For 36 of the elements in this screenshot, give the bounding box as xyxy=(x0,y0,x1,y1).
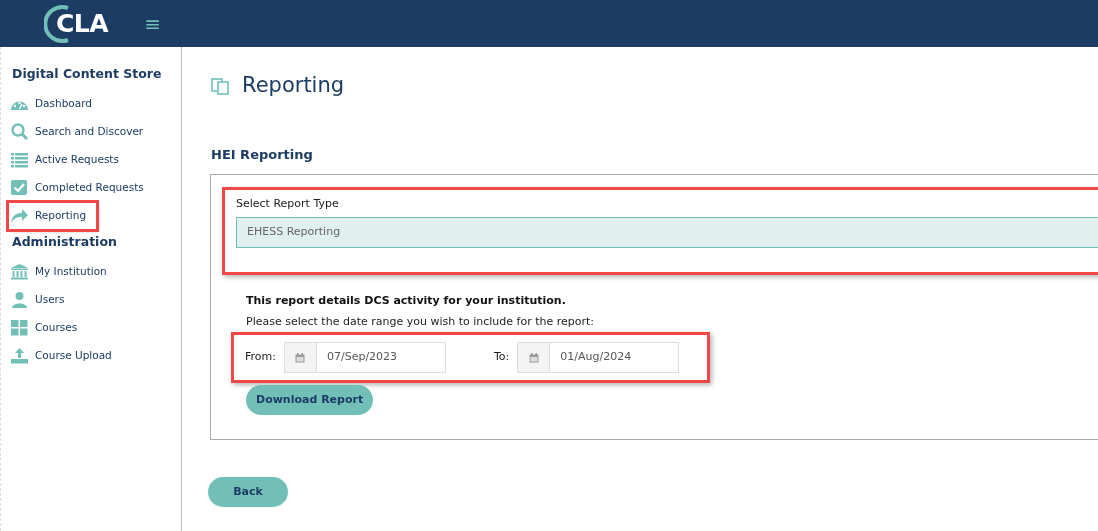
sidebar-item[interactable]: Reporting xyxy=(9,202,97,229)
back-button[interactable]: Back xyxy=(208,477,288,508)
field-label: Select Report Type xyxy=(236,195,340,212)
instruction-text: Please select the date range you wish to include for the report: xyxy=(246,313,596,330)
calendar-icon xyxy=(528,352,539,363)
sidebar-heading: Administration xyxy=(12,232,118,251)
sidebar-item[interactable]: Active Requests xyxy=(9,145,123,174)
sidebar-item[interactable]: Courses xyxy=(9,313,82,342)
grid-icon xyxy=(10,319,29,336)
sidebar-heading: Digital Content Store xyxy=(12,65,163,83)
search-icon xyxy=(10,123,29,141)
institution-icon xyxy=(10,263,29,280)
sidebar-item[interactable]: Search and Discover xyxy=(9,117,148,146)
list-icon xyxy=(10,151,29,169)
description-text: This report details DCS activity for your institution. xyxy=(246,293,567,310)
page-title: Reporting xyxy=(242,73,345,99)
menu-toggle[interactable]: ≡ xyxy=(142,13,163,34)
upload-icon xyxy=(10,347,29,364)
date-field[interactable]: 01/Aug/2024 xyxy=(517,342,680,374)
date-label: From: xyxy=(245,349,276,366)
logo[interactable]: CLA xyxy=(56,11,109,36)
date-field[interactable]: 07/Sep/2023 xyxy=(283,342,446,374)
arrow-icon xyxy=(10,207,29,225)
calendar-icon xyxy=(295,352,306,363)
report-type-select[interactable]: EHESS Reporting xyxy=(236,217,1098,249)
section-title: HEI Reporting xyxy=(211,146,314,165)
user-icon xyxy=(10,291,29,308)
documents-icon xyxy=(210,75,232,96)
download-report-button[interactable]: Download Report xyxy=(246,385,374,416)
sidebar-item[interactable]: Completed Requests xyxy=(9,173,148,202)
sidebar-item[interactable]: My Institution xyxy=(9,257,111,286)
checkbox-icon xyxy=(10,179,29,197)
sidebar-item[interactable]: Course Upload xyxy=(9,341,116,370)
date-label: To: xyxy=(493,349,510,366)
sidebar-item[interactable]: Users xyxy=(9,285,69,314)
sidebar-item[interactable]: Dashboard xyxy=(9,89,96,118)
